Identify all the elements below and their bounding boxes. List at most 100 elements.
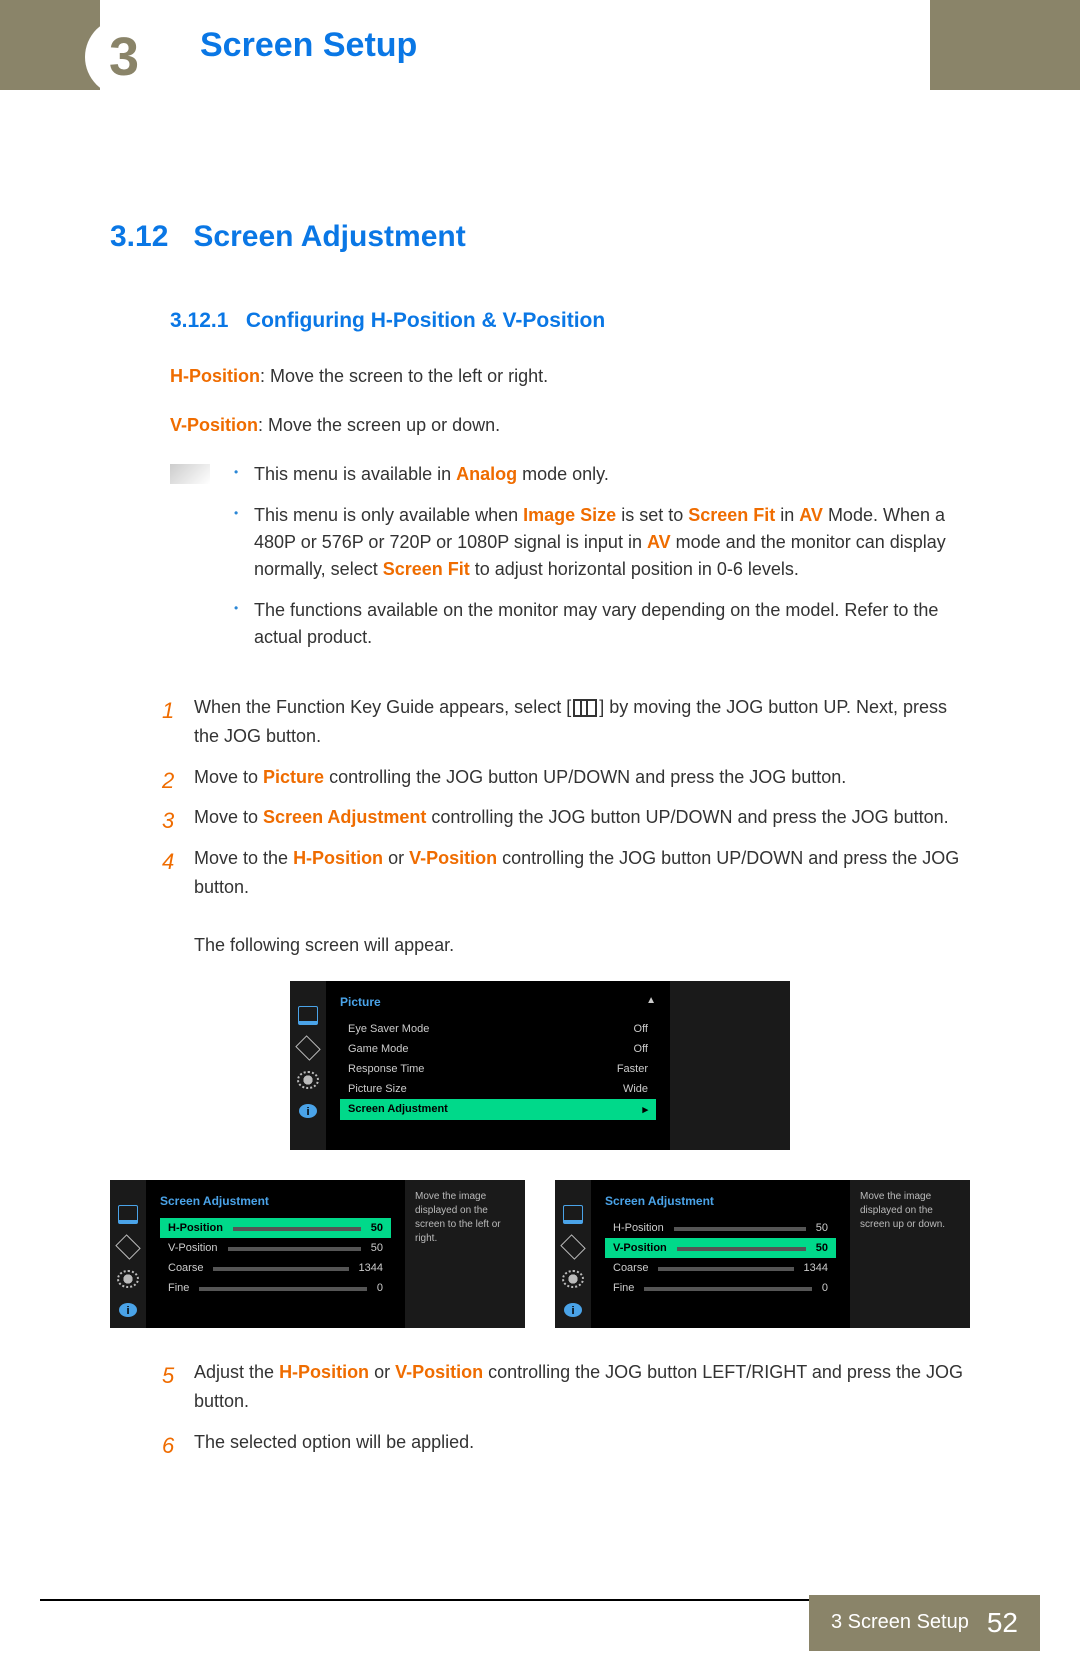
- osd-sidebar: i: [110, 1180, 146, 1328]
- label: Response Time: [348, 1063, 424, 1075]
- text: Image Size: [523, 505, 616, 525]
- osd-menu-hposition: i Screen Adjustment H-Position50 V-Posit…: [110, 1180, 525, 1328]
- page-title: Screen Setup: [200, 26, 417, 65]
- osd-title: Screen Adjustment: [160, 1194, 391, 1208]
- slider-bar: [199, 1287, 366, 1291]
- value: 50: [816, 1222, 828, 1234]
- osd-help: Move the image displayed on the screen u…: [850, 1180, 970, 1328]
- osd-help: Move the image displayed on the screen t…: [405, 1180, 525, 1328]
- section-name: Screen Adjustment: [193, 220, 465, 253]
- label: H-Position: [613, 1222, 664, 1234]
- label: Coarse: [168, 1262, 203, 1274]
- note-icon: [170, 464, 210, 484]
- osd-row-selected: V-Position50: [605, 1238, 836, 1258]
- footer-box: 3 Screen Setup 52: [809, 1595, 1040, 1651]
- osd-title: Picture▲: [340, 995, 656, 1009]
- label: Coarse: [613, 1262, 648, 1274]
- osd-row: Fine0: [160, 1278, 391, 1298]
- text: V-Position: [395, 1362, 483, 1382]
- value: 50: [816, 1242, 828, 1254]
- chevron-right-icon: ▸: [642, 1103, 648, 1116]
- gear-icon: [117, 1270, 139, 1288]
- text: Picture: [263, 767, 324, 787]
- osd-row: Coarse 1344: [160, 1258, 391, 1278]
- label: Eye Saver Mode: [348, 1023, 429, 1035]
- note-item: The functions available on the monitor m…: [230, 597, 970, 651]
- value: Wide: [623, 1083, 648, 1095]
- label: Game Mode: [348, 1043, 409, 1055]
- text: mode only.: [517, 464, 609, 484]
- text: Screen Fit: [688, 505, 775, 525]
- step: 6 The selected option will be applied.: [110, 1428, 970, 1457]
- value: Faster: [617, 1063, 648, 1075]
- definition-v: V-Position: Move the screen up or down.: [170, 412, 970, 439]
- osd-row: H-Position 50: [605, 1218, 836, 1238]
- info-icon: i: [299, 1104, 317, 1118]
- subsection-name: Configuring H-Position & V-Position: [246, 309, 605, 332]
- text: in: [775, 505, 799, 525]
- step-number: 5: [162, 1358, 174, 1393]
- slider-bar: [213, 1267, 348, 1271]
- subsection-number: 3.12.1: [170, 309, 228, 332]
- value: 1344: [359, 1262, 383, 1274]
- osd-row: Response Time Faster: [340, 1059, 656, 1079]
- step-number: 2: [162, 763, 174, 798]
- step: 5 Adjust the H-Position or V-Position co…: [110, 1358, 970, 1416]
- text: Screen Fit: [383, 559, 470, 579]
- value: 0: [377, 1282, 383, 1294]
- header-band: Screen Setup 3: [0, 0, 1080, 90]
- text: Picture: [340, 995, 381, 1009]
- section-number: 3.12: [110, 220, 168, 253]
- text: Screen Adjustment: [263, 807, 426, 827]
- header-gap: Screen Setup: [100, 0, 930, 90]
- osd-row-selected: Screen Adjustment ▸: [340, 1099, 656, 1120]
- label: Screen Adjustment: [348, 1103, 448, 1116]
- gear-icon: [562, 1270, 584, 1288]
- slider-bar: [228, 1247, 361, 1251]
- note-items: This menu is available in Analog mode on…: [230, 461, 970, 665]
- step-number: 4: [162, 844, 174, 879]
- text: V-Position: [409, 848, 497, 868]
- osd-row-selected: H-Position50: [160, 1218, 391, 1238]
- label: Picture Size: [348, 1083, 407, 1095]
- footer-chapter: 3 Screen Setup: [831, 1611, 969, 1634]
- osd-adjustment-screenshots: i Screen Adjustment H-Position50 V-Posit…: [110, 1180, 970, 1328]
- text: Move to the: [194, 848, 293, 868]
- steps-continued: 5 Adjust the H-Position or V-Position co…: [110, 1358, 970, 1456]
- slider-bar: [658, 1267, 793, 1271]
- content: 3.12 Screen Adjustment 3.12.1 Configurin…: [0, 90, 1080, 1519]
- h-position-label: H-Position: [170, 366, 260, 386]
- slider-bar: [677, 1247, 806, 1251]
- osd-row: Eye Saver ModeOff: [340, 1019, 656, 1039]
- value: 50: [371, 1222, 383, 1234]
- value: Off: [634, 1043, 648, 1055]
- info-icon: i: [119, 1303, 137, 1317]
- text: Move to: [194, 767, 263, 787]
- label: Fine: [613, 1282, 634, 1294]
- text: is set to: [616, 505, 688, 525]
- text: The selected option will be applied.: [194, 1432, 474, 1452]
- text: or: [369, 1362, 395, 1382]
- label: V-Position: [168, 1242, 218, 1254]
- text: or: [383, 848, 409, 868]
- arrows-icon: [115, 1235, 140, 1260]
- step: 3 Move to Screen Adjustment controlling …: [110, 803, 970, 832]
- text: H-Position: [293, 848, 383, 868]
- osd-main: Screen Adjustment H-Position50 V-Positio…: [146, 1180, 405, 1328]
- osd-main: Picture▲ Eye Saver ModeOff Game ModeOff …: [326, 981, 670, 1150]
- text: Adjust the: [194, 1362, 279, 1382]
- osd-menu: i Picture▲ Eye Saver ModeOff Game Mode Of…: [290, 981, 790, 1150]
- osd-main: Screen Adjustment H-Position50 V-Positio…: [591, 1180, 850, 1328]
- monitor-icon: [298, 1006, 318, 1025]
- footer: 3 Screen Setup 52: [0, 1599, 1080, 1654]
- text: When the Function Key Guide appears, sel…: [194, 697, 571, 717]
- text: The following screen will appear.: [194, 935, 454, 955]
- monitor-icon: [563, 1205, 583, 1224]
- value: 50: [371, 1242, 383, 1254]
- osd-row: Picture Size Wide: [340, 1079, 656, 1099]
- step: 4 Move to the H-Position or V-Position c…: [110, 844, 970, 959]
- slider-bar: [233, 1227, 361, 1231]
- menu-icon: [573, 699, 597, 717]
- arrows-icon: [295, 1036, 320, 1061]
- text: Move to: [194, 807, 263, 827]
